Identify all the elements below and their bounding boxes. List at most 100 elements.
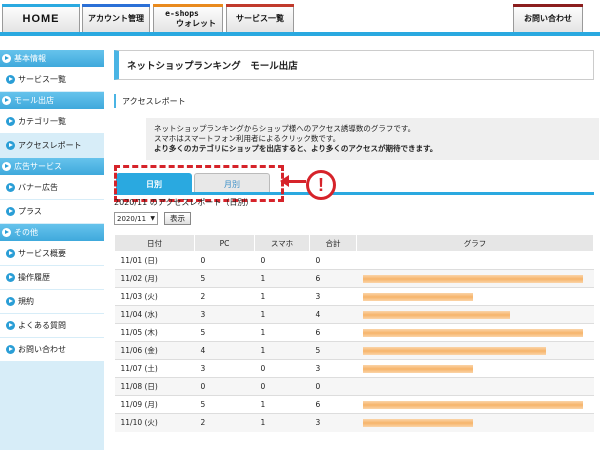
sidebar-item-faq[interactable]: よくある質問: [0, 314, 104, 338]
sidebar-item-label: お問い合わせ: [18, 345, 66, 354]
cell-pc: 3: [194, 305, 255, 324]
description-line: スマホはスマートフォン利用者によるクリック数です。: [154, 134, 341, 143]
cell-total: 0: [309, 251, 357, 270]
eshops-logo-text: e-shops: [165, 8, 199, 18]
cell-graph: [356, 395, 594, 414]
exclamation-icon: !: [306, 170, 336, 200]
graph-bar: [362, 364, 473, 373]
sidebar-item-service-overview[interactable]: サービス概要: [0, 242, 104, 266]
cell-date: 11/09 (月): [114, 395, 195, 414]
sidebar-item-label: カテゴリ一覧: [18, 117, 66, 126]
nav-account-tab[interactable]: アカウント管理: [82, 4, 150, 32]
nav-contact-tab[interactable]: お問い合わせ: [513, 4, 583, 32]
cell-graph: [356, 341, 594, 360]
sidebar-item-access-report[interactable]: アクセスレポート: [0, 134, 104, 158]
sidebar-item-operation-history[interactable]: 操作履歴: [0, 266, 104, 290]
sidebar-item-label: 規約: [18, 297, 34, 306]
cell-smartphone: 1: [254, 395, 310, 414]
sidebar-item-category-list[interactable]: カテゴリ一覧: [0, 110, 104, 134]
arrow-circle-icon: [2, 162, 11, 171]
table-row: 11/07 (土) 3 0 3: [114, 359, 594, 378]
cell-date: 11/07 (土): [114, 359, 195, 378]
access-report-table: 日付 PC スマホ 合計 グラフ 11/01 (日) 0 0 0 11/02 (月) 5 1…: [114, 234, 594, 432]
cell-graph: [356, 287, 594, 306]
sidebar-item-terms[interactable]: 規約: [0, 290, 104, 314]
header-graph: グラフ: [356, 234, 594, 252]
sidebar-section-other: その他: [0, 224, 104, 242]
arrow-circle-icon: [6, 141, 15, 150]
arrow-circle-icon: [6, 273, 15, 282]
graph-bar: [362, 418, 473, 427]
month-select[interactable]: 2020/11 ▼: [114, 212, 158, 225]
nav-eshops-wallet-tab[interactable]: e-shops ウォレット: [153, 4, 223, 32]
callout-arrow-icon: [280, 175, 289, 187]
show-button[interactable]: 表示: [164, 212, 191, 225]
sidebar-item-label: 操作履歴: [18, 273, 50, 282]
table-body: 11/01 (日) 0 0 0 11/02 (月) 5 1 6 11/03 (火) 2 1 3 11/0…: [114, 251, 594, 432]
header-total: 合計: [309, 234, 357, 252]
sidebar-item-label: サービス一覧: [18, 75, 66, 84]
cell-date: 11/04 (水): [114, 305, 195, 324]
cell-total: 3: [309, 359, 357, 378]
sidebar-item-contact[interactable]: お問い合わせ: [0, 338, 104, 362]
sidebar-section-label: その他: [14, 228, 38, 237]
cell-pc: 5: [194, 323, 255, 342]
sidebar-section-ads: 広告サービス: [0, 158, 104, 176]
cell-total: 3: [309, 413, 357, 432]
report-controls: 2020/11 ▼ 表示: [114, 212, 191, 225]
sidebar-section-label: モール出店: [14, 96, 54, 105]
cell-pc: 5: [194, 395, 255, 414]
graph-bar: [362, 346, 546, 355]
arrow-circle-icon: [2, 96, 11, 105]
sidebar: 基本情報 サービス一覧 モール出店 カテゴリ一覧 アクセスレポート 広告サービス…: [0, 50, 104, 450]
cell-smartphone: 1: [254, 413, 310, 432]
cell-smartphone: 0: [254, 251, 310, 270]
table-row: 11/09 (月) 5 1 6: [114, 395, 594, 414]
description-line-emphasis: より多くのカテゴリにショップを出店すると、より多くのアクセスが期待できます。: [154, 144, 438, 153]
cell-graph: [356, 269, 594, 288]
cell-graph: [356, 377, 594, 396]
sidebar-item-label: よくある質問: [18, 321, 66, 330]
cell-smartphone: 1: [254, 305, 310, 324]
cell-total: 0: [309, 377, 357, 396]
header-smartphone: スマホ: [254, 234, 310, 252]
graph-bar: [362, 274, 583, 283]
header-date: 日付: [114, 234, 195, 252]
cell-date: 11/01 (日): [114, 251, 195, 270]
nav-underline: [0, 32, 600, 36]
cell-graph: [356, 413, 594, 432]
cell-graph: [356, 359, 594, 378]
arrow-circle-icon: [6, 207, 15, 216]
sidebar-item-label: アクセスレポート: [18, 141, 82, 150]
cell-date: 11/10 (火): [114, 413, 195, 432]
cell-pc: 0: [194, 377, 255, 396]
top-navigation: HOME アカウント管理 e-shops ウォレット サービス一覧 お問い合わせ: [0, 0, 600, 36]
cell-pc: 0: [194, 251, 255, 270]
cell-smartphone: 1: [254, 287, 310, 306]
cell-smartphone: 1: [254, 269, 310, 288]
main-content: ネットショップランキング モール出店 アクセスレポート ネットショップランキング…: [114, 50, 599, 432]
cell-pc: 5: [194, 269, 255, 288]
wallet-label: ウォレット: [176, 18, 216, 28]
table-row: 11/01 (日) 0 0 0: [114, 251, 594, 270]
cell-pc: 2: [194, 413, 255, 432]
cell-smartphone: 1: [254, 341, 310, 360]
cell-total: 3: [309, 287, 357, 306]
table-row: 11/03 (火) 2 1 3: [114, 287, 594, 306]
arrow-circle-icon: [6, 249, 15, 258]
cell-pc: 3: [194, 359, 255, 378]
page-title: ネットショップランキング モール出店: [114, 50, 594, 80]
sidebar-item-plus[interactable]: プラス: [0, 200, 104, 224]
cell-total: 6: [309, 323, 357, 342]
cell-date: 11/08 (日): [114, 377, 195, 396]
sidebar-item-service-list[interactable]: サービス一覧: [0, 68, 104, 92]
cell-smartphone: 0: [254, 359, 310, 378]
arrow-circle-icon: [6, 117, 15, 126]
header-pc: PC: [194, 234, 255, 252]
graph-bar: [362, 292, 473, 301]
table-row: 11/08 (日) 0 0 0: [114, 377, 594, 396]
nav-service-list-tab[interactable]: サービス一覧: [226, 4, 294, 32]
table-row: 11/10 (火) 2 1 3: [114, 413, 594, 432]
sidebar-item-banner-ad[interactable]: バナー広告: [0, 176, 104, 200]
nav-home-tab[interactable]: HOME: [2, 4, 80, 32]
